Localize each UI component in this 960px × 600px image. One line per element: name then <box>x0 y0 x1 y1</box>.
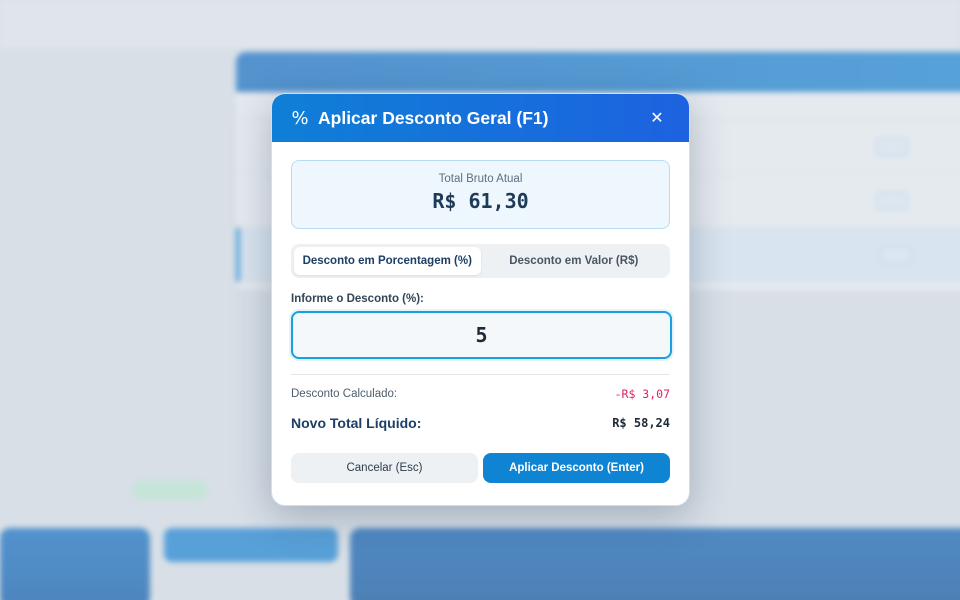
gross-total-box: Total Bruto Atual R$ 61,30 <box>291 160 670 229</box>
calculated-discount-value: -R$ 3,07 <box>614 387 670 401</box>
net-total-row: Novo Total Líquido: R$ 58,24 <box>291 415 670 431</box>
modal-header: % Aplicar Desconto Geral (F1) ✕ <box>272 94 689 142</box>
net-total-value: R$ 58,24 <box>612 416 670 430</box>
modal-title: Aplicar Desconto Geral (F1) <box>318 107 549 128</box>
discount-input[interactable] <box>291 311 672 359</box>
calculated-discount-row: Desconto Calculado: -R$ 3,07 <box>291 387 670 401</box>
net-total-label: Novo Total Líquido: <box>291 415 422 431</box>
discount-input-label: Informe o Desconto (%): <box>291 293 424 305</box>
calculated-discount-label: Desconto Calculado: <box>291 388 398 400</box>
modal-body: Total Bruto Atual R$ 61,30 Desconto em P… <box>272 142 689 483</box>
modal-actions: Cancelar (Esc) Aplicar Desconto (Enter) <box>291 453 670 483</box>
close-icon[interactable]: ✕ <box>647 108 667 128</box>
cancel-button[interactable]: Cancelar (Esc) <box>291 453 478 483</box>
divider <box>291 374 670 375</box>
gross-total-value: R$ 61,30 <box>432 189 529 213</box>
gross-total-label: Total Bruto Atual <box>438 173 523 185</box>
percent-icon: % <box>291 107 309 129</box>
tab-percentage[interactable]: Desconto em Porcentagem (%) <box>294 247 481 275</box>
discount-type-toggle: Desconto em Porcentagem (%) Desconto em … <box>291 244 670 278</box>
apply-discount-button[interactable]: Aplicar Desconto (Enter) <box>483 453 670 483</box>
discount-modal: % Aplicar Desconto Geral (F1) ✕ Total Br… <box>271 93 690 506</box>
tab-value[interactable]: Desconto em Valor (R$) <box>481 247 668 275</box>
